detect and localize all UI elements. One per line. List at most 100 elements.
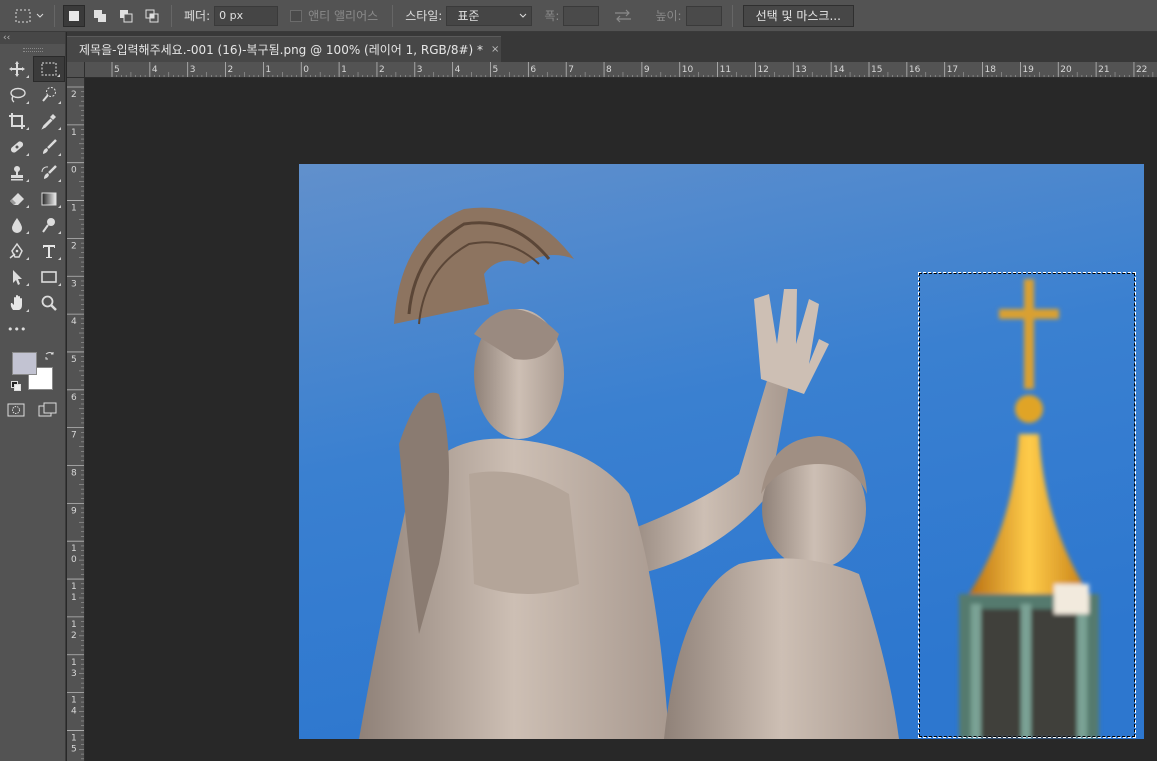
selection-mode-group — [55, 4, 171, 27]
ruler-tick-label: 1 — [341, 65, 347, 75]
ruler-tick-label: 14 — [833, 65, 845, 75]
select-and-mask-button[interactable]: 선택 및 마스크... — [742, 4, 854, 27]
document-tab-title: 제목을-입력해주세요.-001 (16)-복구됨.png @ 100% (레이어… — [79, 43, 484, 57]
ruler-tick-label: 0 — [71, 166, 77, 176]
ruler-tick-label: 1 — [71, 696, 77, 706]
ruler-tick-label: 2 — [71, 241, 77, 251]
move-tool[interactable] — [1, 56, 33, 82]
height-input[interactable] — [685, 5, 722, 26]
mode-row — [0, 402, 65, 418]
clone-stamp-tool[interactable] — [1, 160, 33, 186]
ruler-tick-label: 3 — [190, 65, 196, 75]
ruler-tick-label: 16 — [909, 65, 921, 75]
ruler-tick-label: 4 — [455, 65, 461, 75]
photoshop-window: 페더: 앤티 앨리어스 스타일: 표준 폭: 높이: 선택 및 마스크... ‹… — [0, 0, 1157, 761]
ruler-tick-label: 2 — [379, 65, 385, 75]
ruler-tick-label: 15 — [871, 65, 882, 75]
ruler-tick-label: 7 — [568, 65, 574, 75]
marquee-selection[interactable] — [918, 272, 1136, 738]
antialias-label: 앤티 앨리어스 — [308, 9, 379, 23]
divider — [171, 4, 172, 27]
tools-panel: ‹‹ ••• — [0, 32, 66, 761]
marquee-tool[interactable] — [33, 56, 65, 82]
ruler-tick-label: 5 — [71, 744, 77, 754]
ruler-tick-label: 11 — [720, 65, 731, 75]
eyedropper-tool[interactable] — [33, 108, 65, 134]
ruler-tick-label: 1 — [71, 544, 77, 554]
eyedropper-icon — [41, 114, 56, 130]
ruler-tick-label: 8 — [71, 469, 77, 479]
width-input[interactable] — [563, 5, 600, 26]
ruler-tick-label: 1 — [71, 733, 77, 743]
swap-dimensions-icon[interactable] — [613, 9, 633, 23]
ruler-tick-label: 5 — [71, 355, 77, 365]
quick-select-icon — [42, 87, 56, 102]
screen-mode-icon[interactable] — [38, 402, 58, 418]
new-selection-button[interactable] — [63, 4, 85, 27]
empty-slot — [33, 316, 65, 342]
canvas-area[interactable] — [86, 79, 1157, 761]
feather-label: 페더: — [184, 9, 211, 23]
healing-brush-tool[interactable] — [1, 134, 33, 160]
ruler-tick-label: 0 — [71, 555, 77, 565]
brush-tool[interactable] — [33, 134, 65, 160]
ruler-origin[interactable] — [67, 62, 85, 78]
feather-input[interactable] — [214, 5, 279, 26]
ruler-tick-label: 10 — [682, 65, 694, 75]
history-brush-tool[interactable] — [33, 160, 65, 186]
type-tool[interactable] — [33, 238, 65, 264]
add-selection-icon — [94, 9, 106, 22]
crop-icon — [9, 113, 25, 129]
antialias-checkbox[interactable] — [290, 9, 303, 22]
gradient-tool[interactable] — [33, 186, 65, 212]
crop-tool[interactable] — [1, 108, 33, 134]
blur-tool[interactable] — [1, 212, 33, 238]
quick-mask-icon[interactable] — [7, 402, 25, 418]
path-select-tool[interactable] — [1, 264, 33, 290]
bandage-icon — [10, 141, 24, 153]
horizontal-ruler[interactable]: 5 4 3 2 1 0 1 2 3 4 5 6 7 8 9 10 11 12 13 14 15 16 17 18 19 20 21 2… — [85, 62, 1157, 78]
hand-tool[interactable] — [1, 290, 33, 316]
close-tab-icon[interactable]: × — [491, 44, 499, 55]
dodge-tool[interactable] — [33, 212, 65, 238]
panel-grip[interactable] — [22, 48, 43, 52]
ruler-tick-label: 17 — [947, 65, 958, 75]
gradient-icon — [41, 192, 57, 206]
default-colors-icon[interactable] — [11, 381, 21, 391]
lasso-tool[interactable] — [1, 82, 33, 108]
subtract-selection-icon — [120, 9, 133, 22]
swap-colors-icon[interactable] — [44, 350, 56, 362]
ruler-tick-label: 2 — [71, 631, 77, 641]
collapse-toolbar-button[interactable]: ‹‹ — [0, 32, 65, 44]
type-icon — [43, 245, 55, 258]
zoom-tool[interactable] — [33, 290, 65, 316]
color-swatches — [0, 350, 65, 400]
ruler-tick-label: 5 — [493, 65, 499, 75]
ruler-tick-label: 1 — [71, 593, 77, 603]
ruler-tick-label: 9 — [71, 506, 77, 516]
eraser-tool[interactable] — [1, 186, 33, 212]
document-tab-bar: 제목을-입력해주세요.-001 (16)-복구됨.png @ 100% (레이어… — [67, 32, 1157, 62]
ruler-tick-label: 3 — [71, 669, 77, 679]
style-select[interactable]: 표준 — [446, 5, 533, 26]
height-label: 높이: — [655, 9, 682, 23]
intersect-selection-button[interactable] — [141, 5, 163, 27]
edit-toolbar-button[interactable]: ••• — [1, 316, 33, 342]
chevron-down-icon — [520, 13, 527, 18]
ruler-tick-label: 9 — [644, 65, 650, 75]
dodge-icon — [42, 218, 55, 233]
subtract-selection-button[interactable] — [115, 5, 137, 27]
ruler-tick-label: 3 — [417, 65, 423, 75]
divider — [392, 4, 394, 27]
add-selection-button[interactable] — [89, 5, 111, 27]
ruler-tick-label: 19 — [1022, 65, 1034, 75]
quick-select-tool[interactable] — [33, 82, 65, 108]
ruler-tick-label: 1 — [265, 65, 271, 75]
foreground-color-swatch[interactable] — [12, 352, 37, 375]
document-tab[interactable]: 제목을-입력해주세요.-001 (16)-복구됨.png @ 100% (레이어… — [67, 36, 501, 62]
vertical-ruler[interactable]: 210123456789101112131415 — [67, 78, 85, 761]
rectangle-tool[interactable] — [33, 264, 65, 290]
pen-tool[interactable] — [1, 238, 33, 264]
ruler-tick-label: 22 — [1136, 65, 1147, 75]
tool-preset-picker[interactable] — [0, 0, 54, 31]
